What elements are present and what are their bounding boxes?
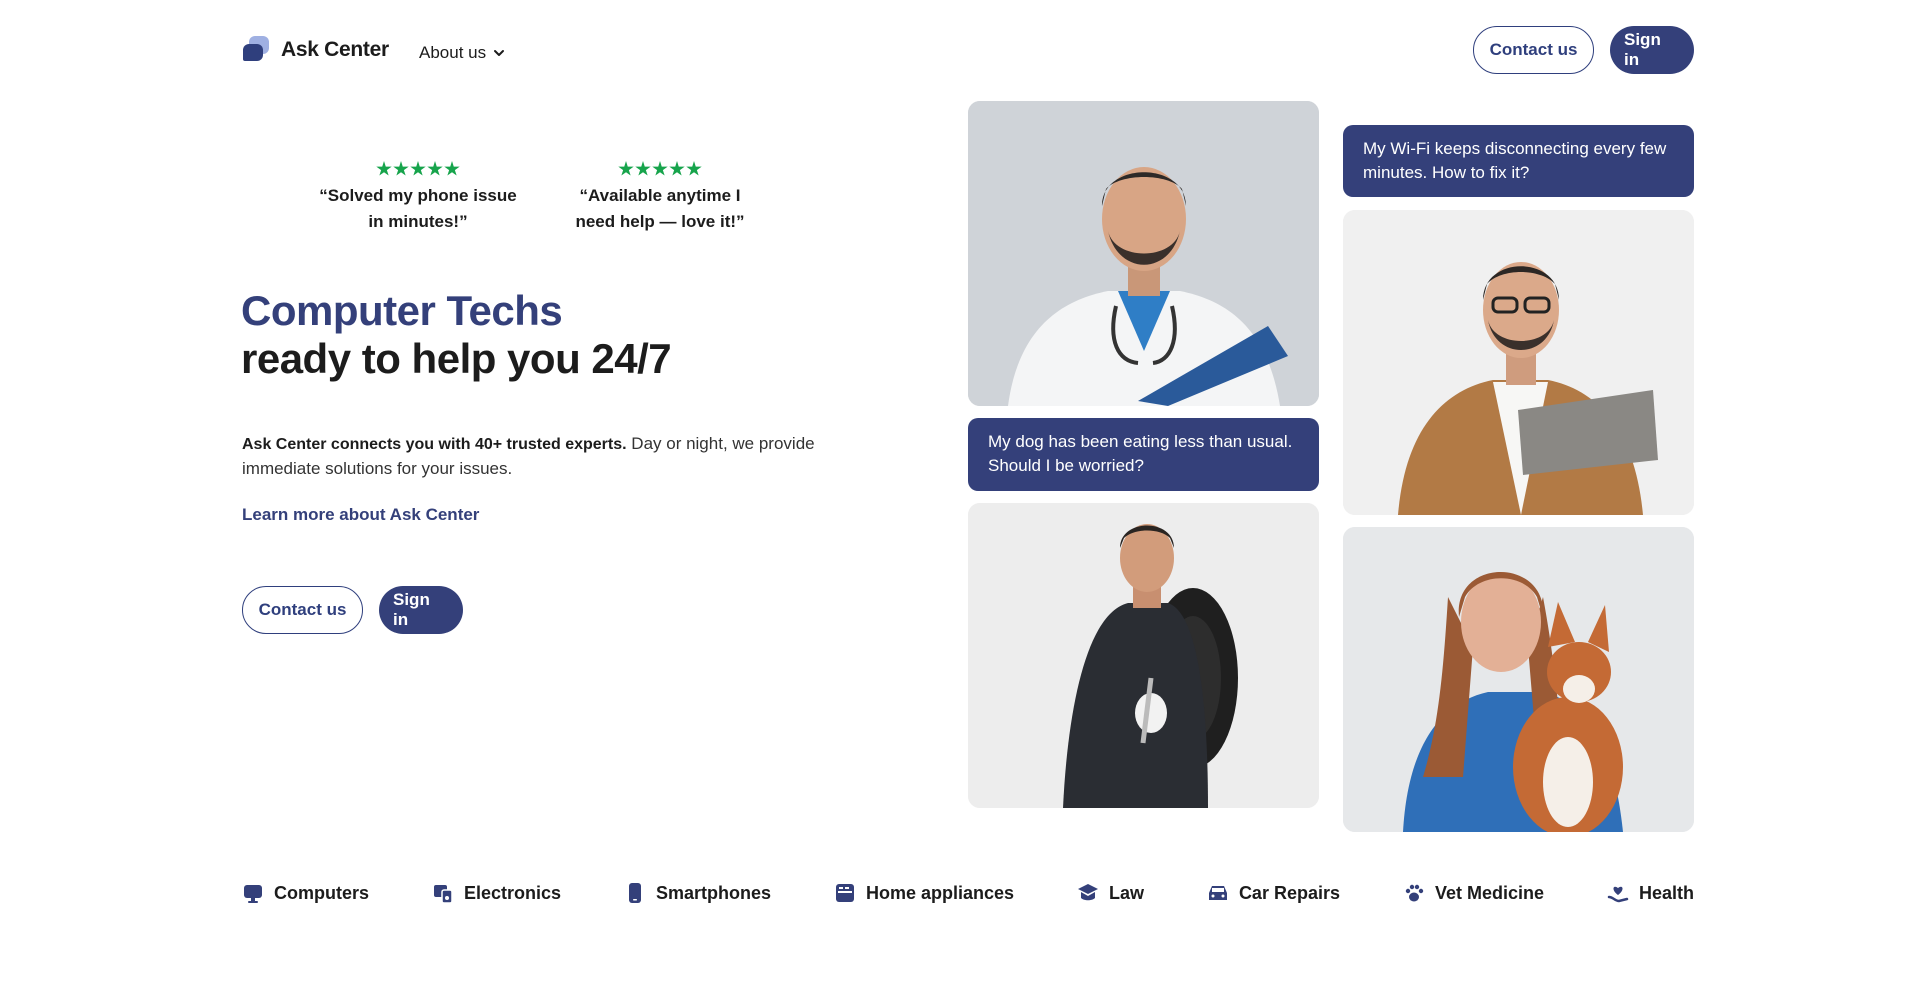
hero-title: ready to help you 24/7: [241, 335, 672, 382]
category-label: Computers: [274, 882, 370, 903]
about-us-menu[interactable]: About us: [419, 43, 506, 63]
star-icon: [618, 161, 634, 176]
testimonial-quote: “Available anytime I need help — love it…: [575, 186, 745, 231]
category-home-appliances[interactable]: Home appliances: [834, 882, 1014, 904]
category-label: Smartphones: [655, 882, 771, 903]
hero-description-bold: Ask Center connects you with 40+ trusted…: [242, 436, 627, 453]
category-electronics[interactable]: Electronics: [432, 882, 561, 904]
devices-icon: [433, 885, 453, 904]
star-icon: [669, 161, 685, 176]
star-icon: [686, 161, 702, 176]
category-bar: Computers Electronics Smartphones Home a…: [242, 882, 1694, 904]
testimonial-2: “Available anytime I need help — love it…: [560, 161, 760, 235]
chat-bubble-wifi: My Wi-Fi keeps disconnecting every few m…: [1343, 125, 1694, 197]
header-contact-button[interactable]: Contact us: [1473, 26, 1594, 74]
logo-icon: [243, 36, 271, 64]
hero-title-highlight: Computer Techs: [241, 287, 563, 334]
star-icon: [393, 161, 409, 176]
category-law[interactable]: Law: [1077, 882, 1144, 904]
hero-signin-button[interactable]: Sign in: [379, 586, 463, 634]
health-icon: [1607, 886, 1629, 903]
appliance-icon: [835, 884, 854, 902]
star-icon: [652, 161, 668, 176]
paw-icon: [1405, 884, 1424, 902]
category-label: Home appliances: [865, 882, 1015, 903]
doctor-photo: [968, 101, 1319, 406]
header-actions: Contact us Sign in: [1473, 26, 1694, 74]
category-health[interactable]: Health: [1607, 882, 1694, 904]
testimonial-quote: “Solved my phone issue in minutes!”: [319, 186, 517, 231]
star-icon: [410, 161, 426, 176]
category-computers[interactable]: Computers: [242, 882, 369, 904]
star-icon: [635, 161, 651, 176]
mechanic-illustration: [968, 503, 1319, 808]
logo-text: Ask Center: [281, 38, 389, 61]
monitor-icon: [244, 885, 262, 903]
site-header: Ask Center About us Contact us Sign in: [0, 0, 1920, 100]
category-smartphones[interactable]: Smartphones: [624, 882, 771, 904]
chat-bubble-dog: My dog has been eating less than usual. …: [968, 418, 1319, 491]
logo[interactable]: Ask Center: [243, 36, 389, 64]
hero-actions: Contact us Sign in: [242, 586, 463, 634]
page: Ask Center About us Contact us Sign in “…: [0, 0, 1920, 993]
star-icon: [444, 161, 460, 176]
hero-description: Ask Center connects you with 40+ trusted…: [242, 432, 822, 481]
category-label: Law: [1108, 882, 1144, 903]
category-label: Car Repairs: [1238, 882, 1340, 903]
smartphone-icon: [628, 883, 641, 903]
category-vet-medicine[interactable]: Vet Medicine: [1403, 882, 1544, 904]
mechanic-photo: [968, 503, 1319, 808]
doctor-illustration: [968, 101, 1319, 406]
hero-contact-button[interactable]: Contact us: [242, 586, 363, 634]
testimonial-1: “Solved my phone issue in minutes!”: [318, 161, 518, 235]
star-icon: [376, 161, 392, 176]
rating-stars: [318, 161, 518, 177]
vet-illustration: [1343, 527, 1694, 832]
star-icon: [427, 161, 443, 176]
rating-stars: [560, 161, 760, 177]
category-car-repairs[interactable]: Car Repairs: [1207, 882, 1340, 904]
header-signin-button[interactable]: Sign in: [1610, 26, 1694, 74]
category-label: Vet Medicine: [1434, 882, 1544, 903]
vet-photo: [1343, 527, 1694, 832]
category-label: Health: [1638, 882, 1694, 903]
law-icon: [1077, 884, 1098, 901]
chevron-down-icon: [494, 50, 505, 56]
tech-photo: [1343, 210, 1694, 515]
about-us-label: About us: [419, 43, 487, 62]
tech-illustration: [1343, 210, 1694, 515]
learn-more-link[interactable]: Learn more about Ask Center: [242, 505, 479, 525]
category-label: Electronics: [463, 882, 562, 903]
car-icon: [1208, 886, 1227, 900]
